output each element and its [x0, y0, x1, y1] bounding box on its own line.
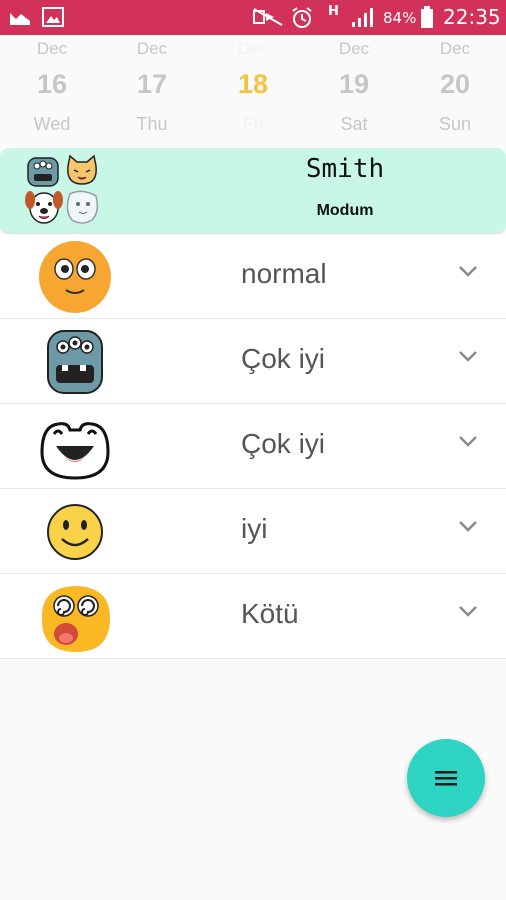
chevron-down-icon[interactable] — [458, 349, 478, 363]
profile-subtitle: Modum — [316, 202, 374, 219]
day-number: 18 — [237, 69, 269, 99]
alarm-icon — [292, 7, 312, 28]
monster-face-icon — [47, 330, 103, 394]
day-weekday: Thu — [136, 114, 168, 134]
mood-row[interactable]: Çok iyi — [0, 319, 506, 404]
day-number: 16 — [36, 69, 68, 99]
signal-icon — [352, 8, 373, 27]
network-type: H — [328, 4, 339, 19]
chevron-down-icon[interactable] — [458, 264, 478, 278]
date-strip: Dec 16 Wed Dec 17 Thu Dec 18 Fri Dec 19 … — [0, 35, 506, 147]
day-month: Dec — [36, 39, 68, 58]
mood-list: normal Çok iyi Çok iyi iyi Kötü — [0, 234, 506, 659]
status-bar: H 84% 22:35 — [0, 0, 506, 35]
day-weekday: Fri — [242, 114, 264, 134]
profile-header-card[interactable]: Smith Modum — [0, 148, 506, 233]
day-number: 17 — [136, 69, 168, 99]
frog-face-icon — [40, 422, 110, 480]
mood-label: iyi — [241, 513, 268, 544]
menu-fab-button[interactable] — [407, 739, 485, 817]
mood-row[interactable]: Çok iyi — [0, 404, 506, 489]
day-month: Dec — [237, 39, 269, 58]
battery-percent: 84% — [383, 9, 417, 27]
day-weekday: Sun — [438, 114, 472, 134]
day-number: 19 — [338, 69, 370, 99]
clock-time: 22:35 — [443, 5, 501, 29]
image-icon — [42, 7, 64, 27]
chevron-down-icon[interactable] — [458, 519, 478, 533]
mood-label: Çok iyi — [241, 428, 326, 459]
profile-name: Smith — [305, 154, 385, 184]
mood-row[interactable]: normal — [0, 234, 506, 319]
day-number: 20 — [439, 69, 471, 99]
smiley-face-icon — [47, 504, 103, 560]
chevron-down-icon[interactable] — [458, 604, 478, 618]
day-weekday: Wed — [33, 114, 71, 134]
mood-label: normal — [241, 258, 327, 289]
battery-icon — [421, 6, 433, 28]
menu-icon — [435, 771, 457, 786]
dizzy-face-icon — [41, 586, 111, 652]
mood-label: Kötü — [241, 598, 299, 629]
orange-face-icon — [39, 241, 111, 313]
mood-row[interactable]: Kötü — [0, 574, 506, 659]
mood-row[interactable]: iyi — [0, 489, 506, 574]
day-month: Dec — [439, 39, 471, 58]
emoji-collage-icon — [25, 154, 99, 224]
day-month: Dec — [338, 39, 370, 58]
mood-label: Çok iyi — [241, 343, 326, 374]
chevron-down-icon[interactable] — [458, 434, 478, 448]
day-weekday: Sat — [340, 114, 368, 134]
mute-icon — [253, 8, 283, 26]
day-month: Dec — [136, 39, 168, 58]
gallery-icon — [10, 13, 30, 25]
